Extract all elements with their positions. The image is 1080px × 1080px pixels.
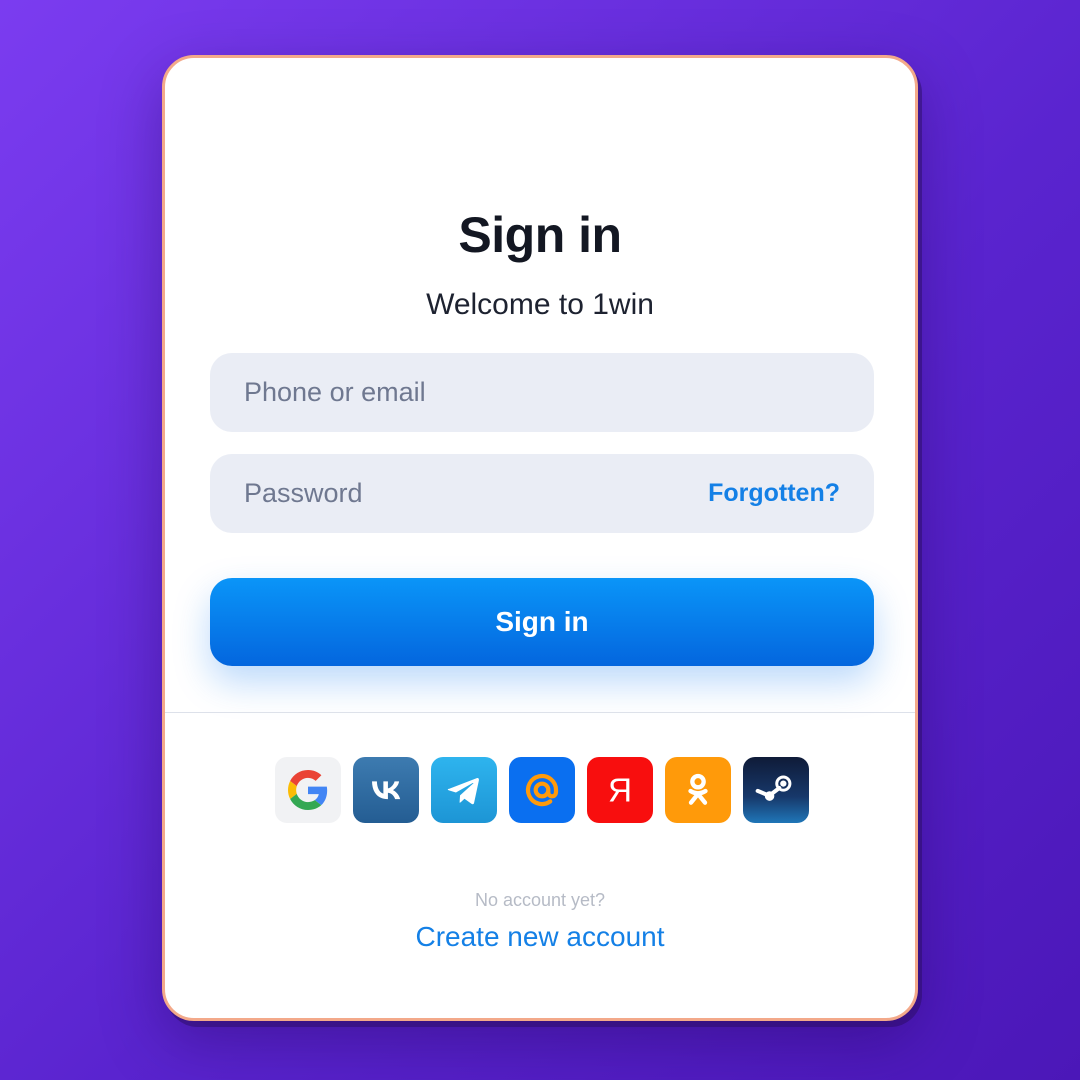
odnoklassniki-icon <box>688 773 708 805</box>
create-account-link[interactable]: Create new account <box>165 921 915 953</box>
password-field-container: Forgotten? <box>210 454 874 533</box>
social-login-bar: Я <box>275 757 809 823</box>
page-title: Sign in <box>458 207 622 263</box>
telegram-login-button[interactable] <box>431 757 497 823</box>
steam-login-button[interactable] <box>743 757 809 823</box>
phone-email-field-container <box>210 353 874 432</box>
svg-text:Я: Я <box>608 773 632 810</box>
google-login-button[interactable] <box>275 757 341 823</box>
vk-login-button[interactable] <box>353 757 419 823</box>
vk-icon <box>372 781 401 800</box>
no-account-text: No account yet? <box>474 890 606 910</box>
password-input[interactable] <box>244 478 709 509</box>
phone-email-input[interactable] <box>244 377 840 408</box>
yandex-login-button[interactable]: Я <box>587 757 653 823</box>
mail-ru-login-button[interactable] <box>509 757 575 823</box>
odnoklassniki-login-button[interactable] <box>665 757 731 823</box>
google-icon <box>288 770 328 810</box>
steam-icon <box>755 775 792 801</box>
forgot-password-link[interactable]: Forgotten? <box>708 479 840 508</box>
divider <box>165 712 915 713</box>
yandex-icon: Я <box>608 773 632 810</box>
telegram-icon <box>447 777 479 805</box>
mail-ru-icon <box>525 773 559 807</box>
page-subtitle: Welcome to 1win <box>426 288 654 321</box>
signin-card: Sign in Welcome to 1win Forgotten? Sign … <box>162 55 918 1021</box>
sign-in-button[interactable]: Sign in <box>210 578 874 666</box>
